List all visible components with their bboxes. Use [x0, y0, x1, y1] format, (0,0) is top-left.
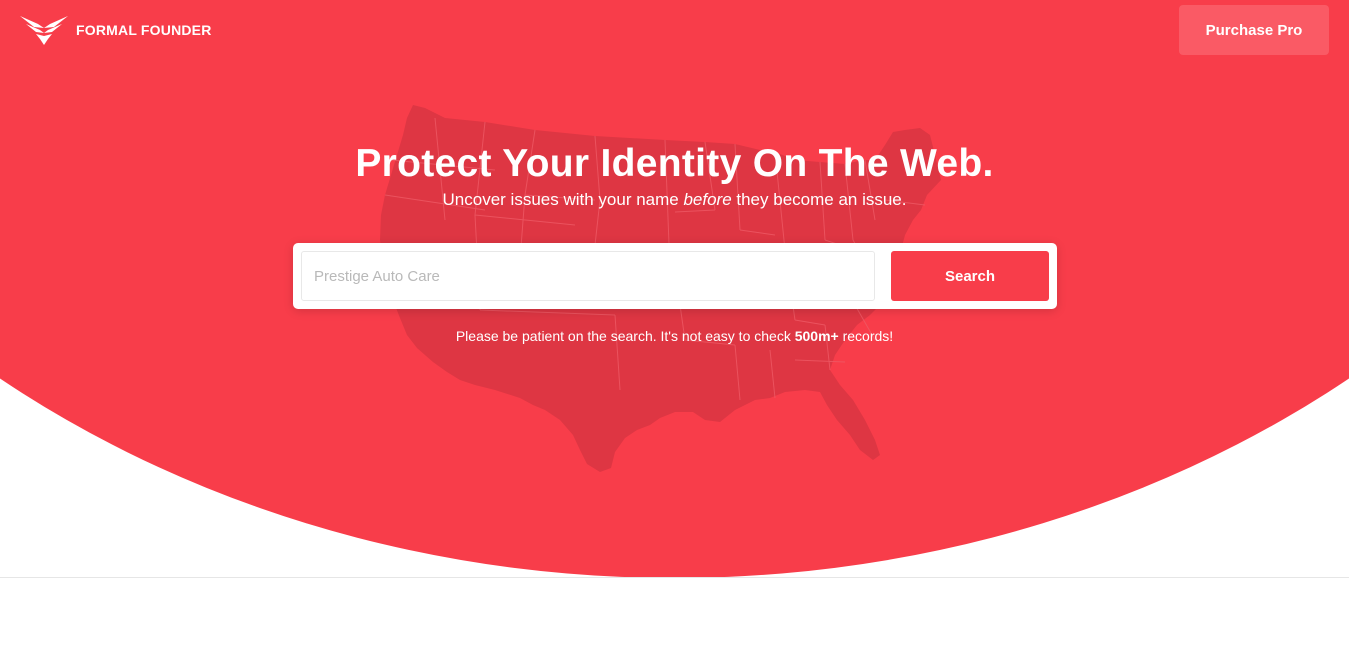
- brand[interactable]: FORMAL FOUNDER: [20, 14, 212, 46]
- hero-subline: Uncover issues with your name before the…: [0, 190, 1349, 210]
- note-text-after: records!: [838, 328, 894, 344]
- subline-text-after: they become an issue.: [731, 190, 907, 209]
- section-divider: [0, 577, 1349, 578]
- search-input[interactable]: [301, 251, 875, 301]
- subline-text-before: Uncover issues with your name: [442, 190, 684, 209]
- note-text-before: Please be patient on the search. It's no…: [455, 328, 795, 344]
- note-records-count: 500m+: [794, 328, 839, 344]
- brand-name: FORMAL FOUNDER: [76, 22, 212, 38]
- search-card: Search: [293, 243, 1057, 309]
- purchase-pro-button[interactable]: Purchase Pro: [1179, 5, 1329, 55]
- subline-emphasis: before: [683, 190, 732, 209]
- hero-headline: Protect Your Identity On The Web.: [355, 142, 994, 185]
- patience-note: Please be patient on the search. It's no…: [0, 328, 1349, 344]
- page: FORMAL FOUNDER Purchase Pro Protect Your…: [0, 0, 1349, 662]
- search-button[interactable]: Search: [891, 251, 1049, 301]
- phoenix-wings-logo-icon: [20, 16, 68, 45]
